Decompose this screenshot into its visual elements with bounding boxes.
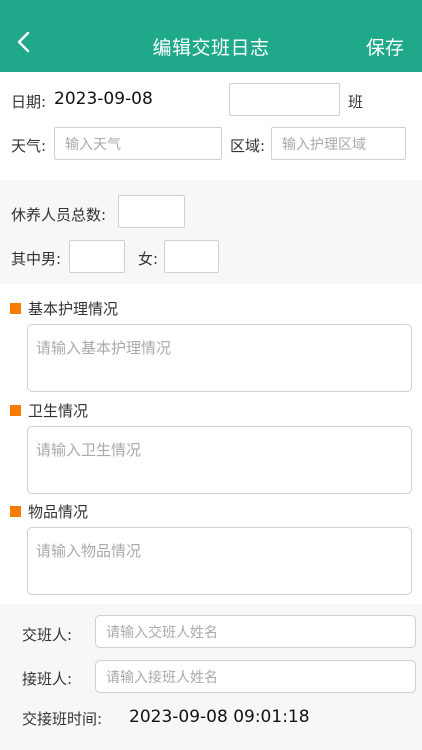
handover-time-label: 交接班时间: [22,710,103,728]
items-textarea[interactable]: 请输入物品情况 [27,527,412,595]
total-residents-input[interactable] [118,195,185,228]
date-value[interactable]: 2023-09-08 [54,89,153,109]
male-count-input[interactable] [69,240,125,273]
resident-count-section: 休养人员总数: 其中男: 女: [0,180,422,284]
female-count-label: 女: [138,250,159,268]
area-input[interactable]: 输入护理区域 [271,127,406,160]
section-marker-icon [10,506,21,517]
hygiene-placeholder: 请输入卫生情况 [36,441,142,459]
area-placeholder: 输入护理区域 [282,136,366,153]
shift-receiver-placeholder: 请输入接班人姓名 [106,669,218,686]
total-residents-label: 休养人员总数: [11,206,107,224]
shift-receiver-input[interactable]: 请输入接班人姓名 [95,660,416,693]
shift-suffix-label: 班 [348,93,364,111]
section-marker-icon [10,405,21,416]
navbar: 编辑交班日志 保存 [0,0,422,72]
shift-giver-input[interactable]: 请输入交班人姓名 [95,615,416,648]
handover-section: 交班人: 请输入交班人姓名 接班人: 请输入接班人姓名 交接班时间: 2023-… [0,604,422,750]
hygiene-textarea[interactable]: 请输入卫生情况 [27,426,412,494]
date-label: 日期: [11,93,47,111]
male-count-label: 其中男: [11,250,62,268]
shift-receiver-label: 接班人: [22,670,73,688]
shift-input[interactable] [229,83,340,116]
nursing-placeholder: 请输入基本护理情况 [36,339,172,357]
weather-placeholder: 输入天气 [65,136,121,153]
female-count-input[interactable] [164,240,219,273]
shift-giver-label: 交班人: [22,626,73,644]
nursing-textarea[interactable]: 请输入基本护理情况 [27,324,412,392]
conditions-section: 基本护理情况 请输入基本护理情况 卫生情况 请输入卫生情况 物品情况 请输入物品… [0,284,422,604]
save-button[interactable]: 保存 [366,33,404,60]
items-placeholder: 请输入物品情况 [36,542,142,560]
page-title: 编辑交班日志 [152,37,270,59]
weather-label: 天气: [11,137,47,155]
weather-input[interactable]: 输入天气 [54,127,222,160]
handover-time-value: 2023-09-08 09:01:18 [129,707,310,727]
section-marker-icon [10,303,21,314]
area-label: 区域: [230,137,266,155]
basic-info-section: 日期: 2023-09-08 班 天气: 输入天气 区域: 输入护理区域 [0,72,422,180]
shift-giver-placeholder: 请输入交班人姓名 [106,624,218,641]
